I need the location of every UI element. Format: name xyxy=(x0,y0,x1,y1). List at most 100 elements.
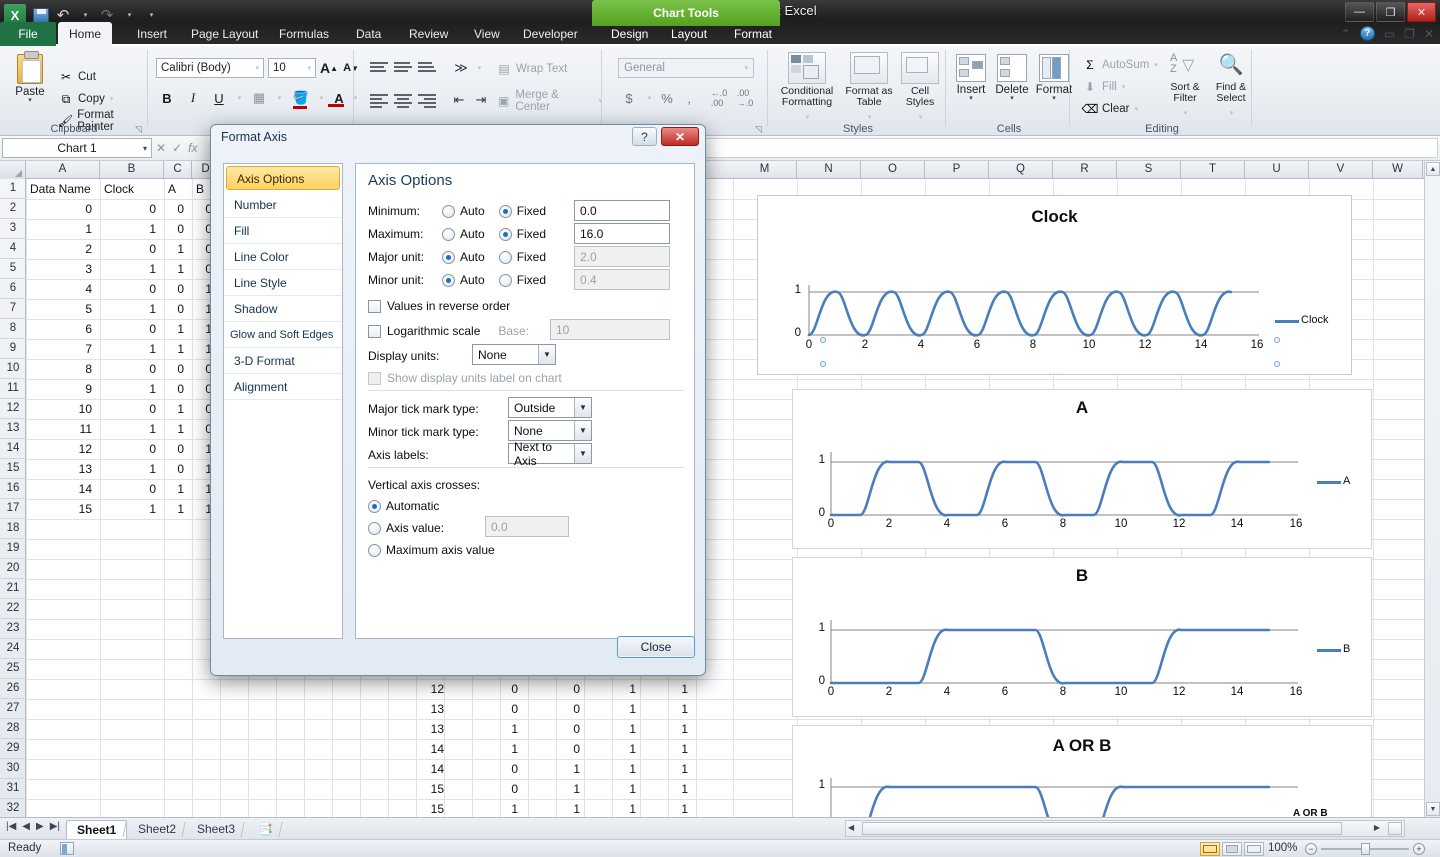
chevron-down-icon[interactable]: ▾ xyxy=(143,144,147,153)
cell-B3[interactable]: 1 xyxy=(100,219,160,239)
row-header-24[interactable]: 24 xyxy=(0,639,26,659)
cell-partial3-29[interactable]: 0 xyxy=(528,739,584,759)
bold-button[interactable]: B xyxy=(156,88,178,108)
currency-button[interactable]: $ xyxy=(618,88,640,108)
cell-A6[interactable]: 4 xyxy=(26,279,96,299)
normal-view-button[interactable] xyxy=(1200,842,1220,856)
delete-cells-dropdown-icon[interactable]: ▾ xyxy=(992,96,1032,102)
autosum-button[interactable]: Σ AutoSum ▾ xyxy=(1082,56,1158,74)
cell-L28[interactable]: 1 xyxy=(668,719,692,739)
align-middle-icon[interactable] xyxy=(394,60,412,76)
percent-button[interactable]: % xyxy=(656,88,678,108)
minimum-auto-radio[interactable] xyxy=(442,205,455,218)
log-scale-checkbox[interactable] xyxy=(368,325,381,338)
insert-function-icon[interactable]: fx xyxy=(188,141,197,155)
wrap-text-button[interactable]: ▤ Wrap Text xyxy=(496,60,567,78)
cell-B11[interactable]: 1 xyxy=(100,379,160,399)
cell-partial3-30[interactable]: 1 xyxy=(528,759,584,779)
minimize-workbook-icon[interactable]: ▭ xyxy=(1384,27,1395,41)
minimum-value-input[interactable]: 0.0 xyxy=(574,200,670,221)
row-crosses-axis-value[interactable]: Axis value: xyxy=(368,517,444,539)
cell-L31[interactable]: 1 xyxy=(668,779,692,799)
row-header-10[interactable]: 10 xyxy=(0,359,26,379)
cell-partial1-28[interactable]: 13 xyxy=(388,719,448,739)
name-box[interactable]: Chart 1 ▾ xyxy=(2,138,152,158)
chart-a[interactable]: A 1 0 0 2 4 6 8 10 12 14 16 A xyxy=(792,389,1372,549)
zoom-slider-thumb[interactable] xyxy=(1361,843,1370,855)
cell-A10[interactable]: 8 xyxy=(26,359,96,379)
sheet-tab-sheet1[interactable]: Sheet1 xyxy=(66,820,127,839)
chart-b[interactable]: B 1 0 0 2 4 6 8 10 12 14 16 B xyxy=(792,557,1372,717)
conditional-formatting-button[interactable]: Conditional Formatting ▾ xyxy=(776,52,838,122)
last-sheet-icon[interactable]: ▶| xyxy=(50,821,60,832)
window-controls[interactable]: — ❐ ✕ xyxy=(1345,2,1436,22)
cell-partial1-26[interactable]: 12 xyxy=(388,679,448,699)
log-base-input[interactable]: 10 xyxy=(550,319,670,340)
cell-partial1-29[interactable]: 14 xyxy=(388,739,448,759)
decrease-indent-icon[interactable]: ⇤ xyxy=(448,90,470,110)
cell-partial4-29[interactable]: 1 xyxy=(584,739,640,759)
copy-button[interactable]: ⧉ Copy ▾ xyxy=(58,90,113,108)
cell-B9[interactable]: 1 xyxy=(100,339,160,359)
minimize-window-button[interactable]: — xyxy=(1345,2,1374,22)
column-header-U[interactable]: U xyxy=(1245,161,1309,179)
chart-a-or-b[interactable]: A OR B 1 A OR B xyxy=(792,725,1372,817)
cell-C8[interactable]: 1 xyxy=(164,319,188,339)
vertical-scrollbar[interactable]: ▲ ▼ xyxy=(1424,161,1440,817)
cell-partial2-29[interactable]: 1 xyxy=(472,739,522,759)
cell-C1[interactable]: A xyxy=(164,179,192,199)
dialog-close-button[interactable]: ✕ xyxy=(661,127,699,146)
nav-line-style[interactable]: Line Style xyxy=(224,270,342,296)
cell-C4[interactable]: 1 xyxy=(164,239,188,259)
conditional-formatting-dropdown-icon[interactable]: ▾ xyxy=(806,114,810,121)
cell-partial2-30[interactable]: 0 xyxy=(472,759,522,779)
cell-A14[interactable]: 12 xyxy=(26,439,96,459)
cell-C15[interactable]: 0 xyxy=(164,459,188,479)
column-header-R[interactable]: R xyxy=(1053,161,1117,179)
fill-button[interactable]: ⬇ Fill ▾ xyxy=(1082,78,1125,96)
column-header-W[interactable]: W xyxy=(1373,161,1423,179)
row-header-29[interactable]: 29 xyxy=(0,739,26,759)
cell-partial2-26[interactable]: 0 xyxy=(472,679,522,699)
row-header-15[interactable]: 15 xyxy=(0,459,26,479)
cell-C10[interactable]: 0 xyxy=(164,359,188,379)
horizontal-scroll-thumb[interactable] xyxy=(862,822,1342,835)
enter-formula-icon[interactable]: ✓ xyxy=(172,141,182,155)
restore-window-button[interactable]: ❐ xyxy=(1376,2,1405,22)
row-header-22[interactable]: 22 xyxy=(0,599,26,619)
cell-C17[interactable]: 1 xyxy=(164,499,188,519)
select-all-corner[interactable] xyxy=(0,161,26,179)
chevron-down-icon[interactable]: ▼ xyxy=(574,421,591,440)
cell-B7[interactable]: 1 xyxy=(100,299,160,319)
row-header-20[interactable]: 20 xyxy=(0,559,26,579)
insert-cells-dropdown-icon[interactable]: ▾ xyxy=(952,96,990,102)
row-header-27[interactable]: 27 xyxy=(0,699,26,719)
column-header-C[interactable]: C xyxy=(164,161,192,179)
format-cells-button[interactable]: Format ▾ xyxy=(1034,54,1074,102)
row-header-11[interactable]: 11 xyxy=(0,379,26,399)
cell-partial2-32[interactable]: 1 xyxy=(472,799,522,817)
cell-A11[interactable]: 9 xyxy=(26,379,96,399)
row-header-8[interactable]: 8 xyxy=(0,319,26,339)
chart-clock-handle-br[interactable] xyxy=(1274,361,1280,367)
number-format-select[interactable]: General ▾ xyxy=(618,58,754,78)
format-cells-dropdown-icon[interactable]: ▾ xyxy=(1034,96,1074,102)
cell-partial1-32[interactable]: 15 xyxy=(388,799,448,817)
ribbon-tab-row[interactable]: File Home Insert Page Layout Formulas Da… xyxy=(0,22,1440,46)
cell-B12[interactable]: 0 xyxy=(100,399,160,419)
nav-shadow[interactable]: Shadow xyxy=(224,296,342,322)
cell-A2[interactable]: 0 xyxy=(26,199,96,219)
tab-developer[interactable]: Developer xyxy=(512,22,589,46)
row-header-18[interactable]: 18 xyxy=(0,519,26,539)
row-header-16[interactable]: 16 xyxy=(0,479,26,499)
cell-L26[interactable]: 1 xyxy=(668,679,692,699)
page-break-view-button[interactable] xyxy=(1244,842,1264,856)
align-left-icon[interactable] xyxy=(370,92,388,108)
cell-A13[interactable]: 11 xyxy=(26,419,96,439)
scroll-left-icon[interactable]: ◀ xyxy=(848,823,854,832)
clipboard-dialog-launcher[interactable]: ◹ xyxy=(135,124,145,134)
format-axis-dialog[interactable]: Format Axis ? ✕ Axis Options Number Fill… xyxy=(210,124,706,676)
scroll-down-icon[interactable]: ▼ xyxy=(1426,802,1440,816)
cell-B13[interactable]: 1 xyxy=(100,419,160,439)
display-units-select[interactable]: None ▼ xyxy=(472,344,556,365)
